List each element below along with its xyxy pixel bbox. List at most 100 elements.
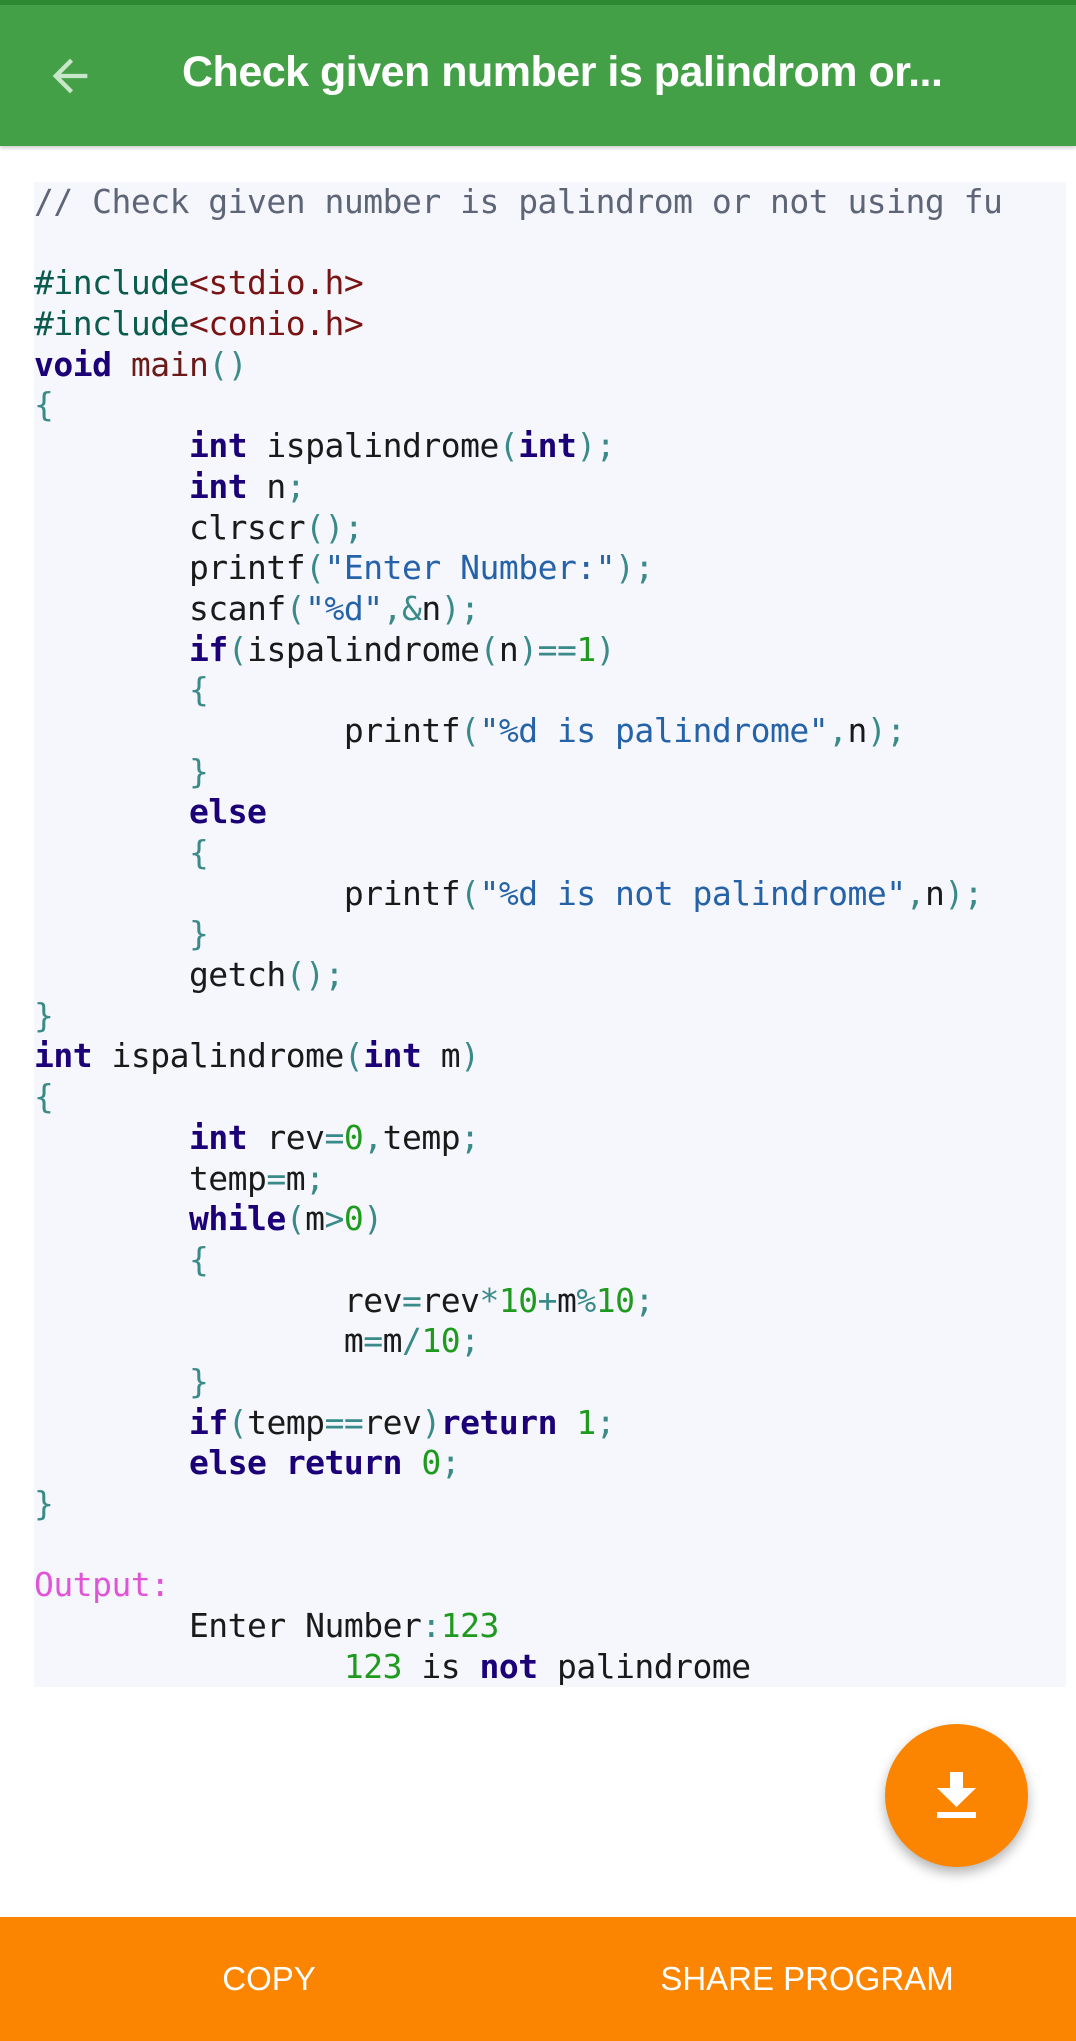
code-token: Output: <box>34 1565 170 1605</box>
code-token: int <box>518 426 577 466</box>
code-token: } <box>34 995 54 1035</box>
code-token: 0 <box>421 1443 441 1483</box>
code-token: int <box>34 1036 93 1076</box>
code-line: // Check given number is palindrom or no… <box>34 182 1066 223</box>
code-token: ; <box>305 1158 325 1198</box>
code-token: + <box>537 1280 558 1320</box>
code-token: 1 <box>576 629 596 669</box>
code-token: ); <box>866 710 906 750</box>
code-line: Enter Number:123 <box>34 1606 1066 1647</box>
code-token: 123 <box>440 1606 500 1646</box>
code-line: printf("%d is not palindrome",n); <box>34 874 1066 915</box>
code-token: { <box>188 670 209 710</box>
code-token: main <box>130 344 209 384</box>
page-title: Check given number is palindrom or... <box>182 48 943 96</box>
code-token: 1 <box>576 1402 596 1442</box>
code-token: int <box>363 1036 422 1076</box>
code-token: = <box>402 1280 422 1320</box>
code-line: } <box>34 752 1066 793</box>
code-line: if(temp==rev)return 1; <box>34 1403 1066 1444</box>
code-token: else <box>188 792 267 832</box>
code-token: m <box>382 1321 403 1361</box>
code-token: ; <box>595 1402 616 1442</box>
download-button[interactable] <box>885 1724 1028 1867</box>
code-token: "Enter Number:" <box>324 548 616 588</box>
code-token: is <box>402 1646 480 1686</box>
code-token: ( <box>227 1402 248 1442</box>
code-token: ,& <box>382 588 422 628</box>
code-token: m <box>556 1280 577 1320</box>
code-token: ); <box>615 548 654 588</box>
code-token: ( <box>460 710 480 750</box>
code-token: ispalindrome <box>247 426 499 466</box>
code-line: #include<stdio.h> <box>34 263 1066 304</box>
code-line: } <box>34 1362 1066 1403</box>
code-token: ) <box>363 1199 383 1239</box>
code-line: int n; <box>34 467 1066 508</box>
code-content: // Check given number is palindrom or no… <box>34 182 1066 1687</box>
code-token: % <box>576 1280 596 1320</box>
code-line: } <box>34 996 1066 1037</box>
code-token: rev <box>363 1402 422 1442</box>
code-line: void main() <box>34 345 1066 386</box>
code-line: if(ispalindrome(n)==1) <box>34 630 1066 671</box>
code-token: <stdio.h> <box>188 263 364 303</box>
code-token: ispalindrome <box>247 629 480 669</box>
code-token: ; <box>460 1321 480 1361</box>
code-token: 123 <box>343 1646 403 1686</box>
status-strip <box>0 0 1076 5</box>
code-line: { <box>34 385 1066 426</box>
code-line: { <box>34 1077 1066 1118</box>
code-token: 10 <box>421 1321 461 1361</box>
code-token: printf <box>34 873 461 913</box>
code-token: if <box>188 1402 228 1442</box>
back-button[interactable] <box>44 50 96 102</box>
code-token: { <box>188 1239 209 1279</box>
code-token: <conio.h> <box>188 304 364 344</box>
code-line: int ispalindrome(int); <box>34 426 1066 467</box>
code-token: while <box>188 1199 286 1239</box>
code-token: m <box>421 1036 461 1076</box>
code-token: return <box>440 1402 558 1442</box>
code-token: ; <box>440 1443 461 1483</box>
code-token: void <box>34 344 112 384</box>
code-line: else return 0; <box>34 1443 1066 1484</box>
code-line: else <box>34 792 1066 833</box>
code-line: m=m/10; <box>34 1321 1066 1362</box>
code-token: , <box>905 873 926 913</box>
code-token: = <box>324 1117 345 1157</box>
code-line: scanf("%d",&n); <box>34 589 1066 630</box>
code-line: clrscr(); <box>34 508 1066 549</box>
code-line: int ispalindrome(int m) <box>34 1036 1066 1077</box>
code-token: ( <box>498 426 519 466</box>
copy-button[interactable]: COPY <box>0 1917 538 2041</box>
code-line: rev=rev*10+m%10; <box>34 1281 1066 1322</box>
code-token: (); <box>305 507 364 547</box>
code-token: 0 <box>343 1117 364 1157</box>
code-token: ) <box>595 629 616 669</box>
code-line: Output: <box>34 1565 1066 1606</box>
code-token: #include <box>34 263 189 303</box>
code-line: while(m>0) <box>34 1199 1066 1240</box>
share-program-button[interactable]: SHARE PROGRAM <box>538 1917 1076 2041</box>
code-line: } <box>34 1484 1066 1525</box>
code-token: m <box>285 1158 306 1198</box>
code-line: } <box>34 914 1066 955</box>
code-token: , <box>828 710 848 750</box>
code-token: ); <box>440 588 480 628</box>
code-token: int <box>188 426 248 466</box>
code-token: n <box>498 629 519 669</box>
code-token: scanf <box>34 588 286 628</box>
code-token: ( <box>479 629 500 669</box>
code-token: ) <box>460 1036 480 1076</box>
code-token: m <box>34 1321 364 1361</box>
